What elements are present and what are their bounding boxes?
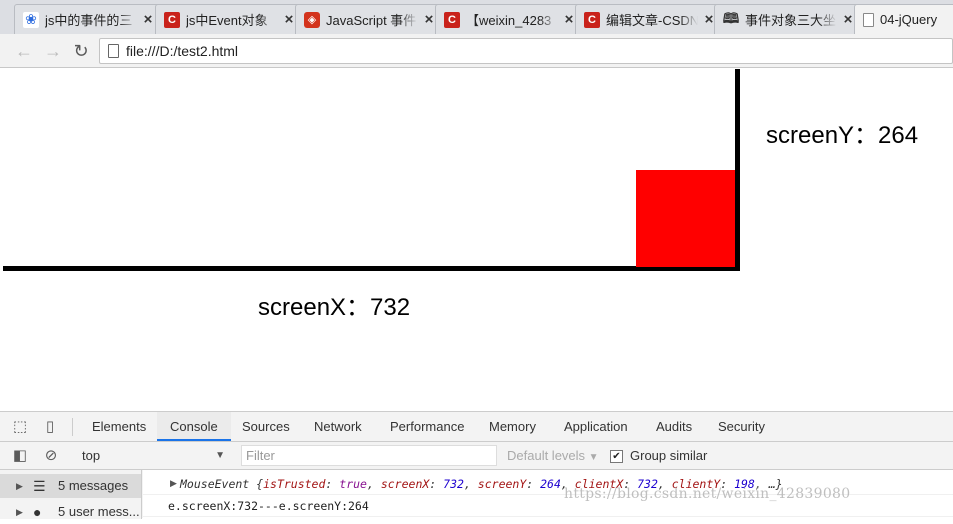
group-similar-checkbox[interactable]: ✔ [610,449,623,463]
watermark: https://blog.csdn.net/weixin_42839080 [564,486,851,502]
sidebar-item-label: 5 user mess... [58,504,140,519]
tab-title: 04-jQuery [880,12,938,27]
browser-tab[interactable]: ◈ JavaScript 事件 × [295,4,443,34]
divider [72,418,73,436]
devtools-tab-bar: ⬚ ▯ Elements Console Sources Network Per… [0,412,953,442]
sidebar-item-user-messages[interactable]: ▶ ● 5 user mess... [0,500,141,524]
tab-title: 【weixin_4283 [466,13,552,28]
browser-tab[interactable]: C js中Event对象 × [155,4,303,34]
browser-tab[interactable]: 🕮 事件对象三大坐 × [714,4,862,34]
browser-tab[interactable]: C 编辑文章-CSDN × [575,4,723,34]
baidu-paw-icon: ❀ [23,11,39,28]
back-arrow-icon[interactable]: ← [13,40,35,62]
horizontal-guide-line [3,266,740,271]
tab-audits[interactable]: Audits [643,412,705,441]
context-value: top [82,448,101,463]
log-text: e.screenX:732---e.screenY:264 [168,499,369,513]
open-book-icon: 🕮 [722,9,740,26]
log-levels-label: Default levels [507,448,586,463]
page-viewport: screenY：264 screenX：732 [0,69,953,411]
clear-console-icon[interactable]: ⊘ [42,447,60,465]
tab-performance[interactable]: Performance [377,412,477,441]
browser-tab[interactable]: ❀ js中的事件的三 × [14,4,162,34]
sidebar-item-messages[interactable]: ▶ ☰ 5 messages [0,474,141,498]
csdn-icon: C [444,11,460,28]
tab-console[interactable]: Console [157,412,231,441]
browser-toolbar: ← → ↻ file:///D:/test2.html [0,34,953,68]
expand-triangle-icon[interactable]: ▶ [170,474,177,495]
expand-triangle-icon[interactable]: ▶ [16,474,23,498]
device-toolbar-icon[interactable]: ▯ [41,418,59,436]
tab-title: js中的事件的三 [45,13,133,28]
group-similar-label: Group similar [630,448,708,463]
chevron-down-icon: ▼ [588,452,599,463]
tab-strip: ❀ js中的事件的三 × C js中Event对象 × ◈ JavaScript… [0,0,953,34]
log-levels-dropdown[interactable]: Default levels ▼ [507,446,599,468]
expand-triangle-icon[interactable]: ▶ [16,500,23,524]
red-square[interactable] [636,170,735,267]
chevron-down-icon: ▼ [215,450,225,461]
close-icon[interactable]: × [422,11,436,28]
filter-input[interactable]: Filter [241,445,497,466]
close-icon[interactable]: × [562,11,576,28]
csdn-icon: C [584,11,600,28]
tab-elements[interactable]: Elements [79,412,159,441]
user-icon: ● [33,504,42,520]
page-info-icon[interactable] [108,44,119,58]
close-icon[interactable]: × [841,11,855,28]
tab-title: 事件对象三大坐 [745,13,837,28]
screen-x-label: screenX：732 [258,294,411,321]
console-toolbar: ◧ ⊘ top ▼ Filter Default levels ▼ ✔ Grou… [0,442,953,470]
tab-memory[interactable]: Memory [476,412,549,441]
reload-icon[interactable]: ↻ [70,40,92,62]
sidebar-item-label: 5 messages [58,478,129,493]
close-icon[interactable]: × [141,11,155,28]
tab-application[interactable]: Application [551,412,641,441]
sidebar-toggle-icon[interactable]: ◧ [11,447,29,465]
address-url[interactable]: file:///D:/test2.html [126,43,238,59]
tab-title: 编辑文章-CSDN [606,13,698,28]
csdn-icon: C [164,11,180,28]
tab-title: js中Event对象 [186,13,268,28]
browser-tab-active[interactable]: 04-jQuery [854,4,953,34]
list-icon: ☰ [33,478,46,494]
inspect-element-icon[interactable]: ⬚ [11,418,29,436]
page-icon [863,12,874,27]
browser-tab[interactable]: C 【weixin_4283 × [435,4,583,34]
tab-sources[interactable]: Sources [229,412,303,441]
console-sidebar: ▶ ☰ 5 messages ▶ ● 5 user mess... [0,470,142,520]
tab-network[interactable]: Network [301,412,375,441]
close-icon[interactable]: × [282,11,296,28]
runoob-icon: ◈ [304,11,320,28]
tab-security[interactable]: Security [705,412,778,441]
screen-y-label: screenY：264 [766,122,919,149]
group-similar-toggle[interactable]: ✔ Group similar [610,446,707,466]
context-selector[interactable]: top ▼ [80,446,227,466]
forward-arrow-icon[interactable]: → [42,40,64,62]
address-bar[interactable]: file:///D:/test2.html [99,38,953,64]
tab-title: JavaScript 事件 [326,13,417,28]
vertical-guide-line [735,69,740,271]
